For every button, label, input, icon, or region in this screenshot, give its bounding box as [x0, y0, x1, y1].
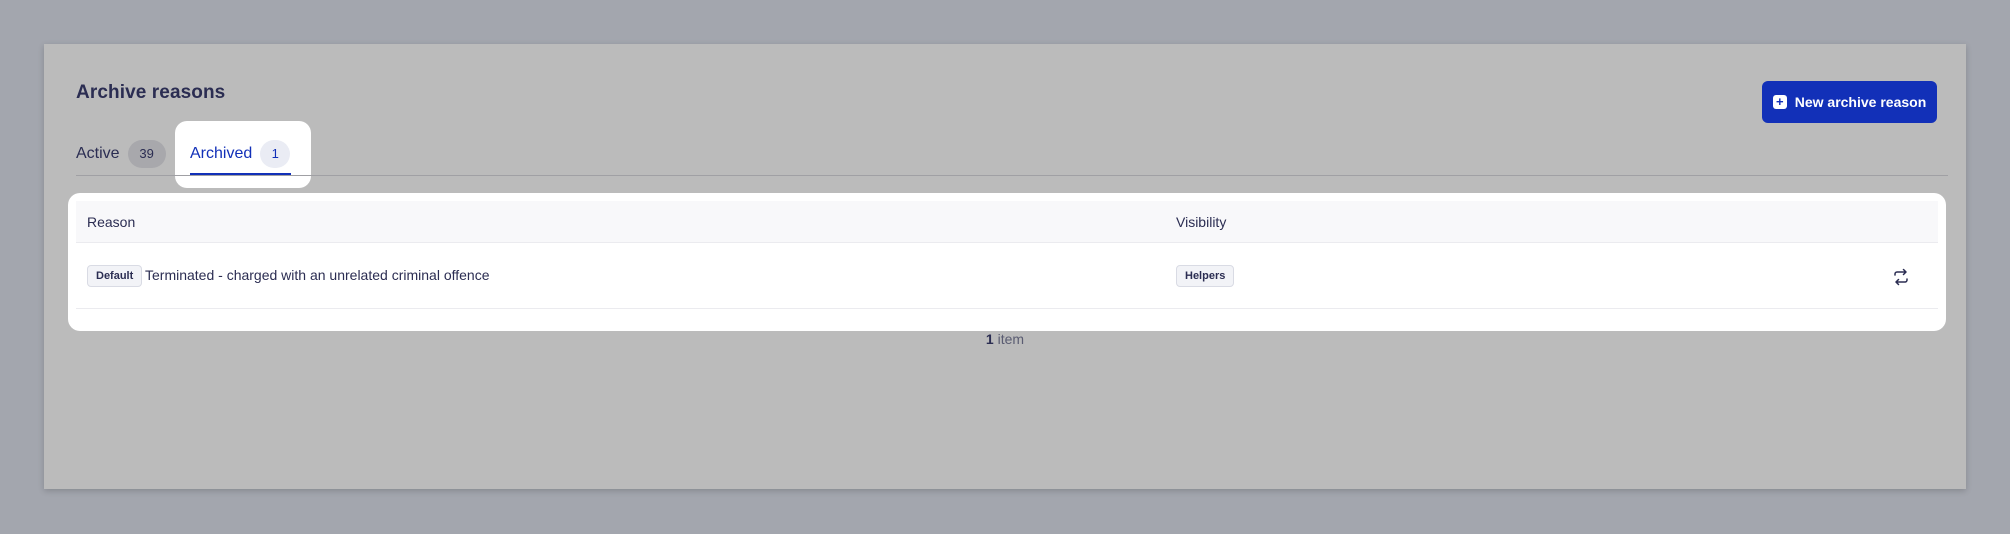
tab-active-count: 39 [127, 140, 166, 168]
reason-text: Terminated - charged with an unrelated c… [145, 267, 490, 283]
table-header: Reason Visibility [76, 201, 1938, 243]
tab-archived-highlight: Archived 1 [175, 121, 311, 188]
item-count-label: item [997, 331, 1025, 347]
new-archive-reason-button[interactable]: + New archive reason [1762, 81, 1937, 123]
item-count: 1 item [44, 331, 1966, 347]
new-archive-reason-label: New archive reason [1794, 94, 1927, 110]
tabs-divider [76, 175, 1948, 176]
tab-archived[interactable]: Archived 1 [190, 134, 291, 174]
table-row[interactable]: Default Terminated - charged with an unr… [76, 244, 1938, 309]
restore-icon[interactable] [1892, 268, 1910, 286]
default-badge: Default [87, 265, 143, 287]
column-header-visibility: Visibility [1176, 214, 1227, 230]
tab-active[interactable]: Active 39 [76, 134, 166, 174]
column-header-reason: Reason [87, 214, 136, 230]
item-count-number: 1 [985, 331, 994, 347]
page-title: Archive reasons [76, 82, 226, 103]
archive-reasons-panel: Archive reasons + New archive reason Act… [44, 44, 1966, 489]
tab-archived-label: Archived [190, 145, 253, 162]
visibility-badge: Helpers [1176, 265, 1235, 287]
plus-icon: + [1772, 95, 1787, 109]
tab-active-label: Active [76, 145, 120, 162]
archive-reasons-table: Reason Visibility Default Terminated - c… [68, 193, 1946, 331]
tab-archived-count: 1 [260, 140, 291, 168]
